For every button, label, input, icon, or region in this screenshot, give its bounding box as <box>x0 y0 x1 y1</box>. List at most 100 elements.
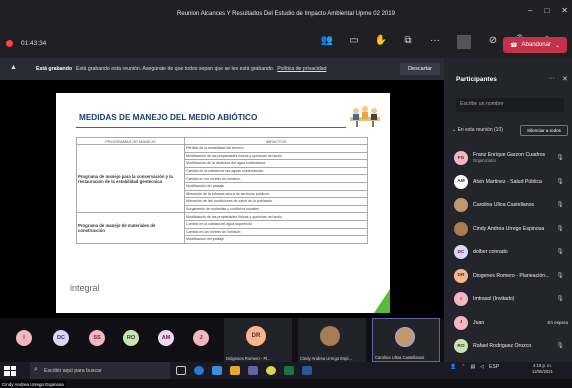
video-gallery: I DC SS RO AM J DR Diógenes Romero - Pl.… <box>0 318 444 362</box>
impact-cell: Surgimiento de molestias y conflictos so… <box>184 204 368 214</box>
tile-avatar <box>320 326 340 346</box>
dismiss-button[interactable]: Descartar <box>400 63 440 75</box>
rooms-icon[interactable]: ⧉ <box>401 35 415 49</box>
participant-row[interactable]: AM Alvin Martinez - Salud Pública 🎙 <box>454 172 572 192</box>
participant-row[interactable]: DR Diogenes Romero - Planeación... 🎙 <box>454 266 572 286</box>
participant-status: En espera <box>547 319 568 325</box>
taskbar-search[interactable]: ⌕ Escribir aquí para buscar <box>30 362 170 379</box>
excel-icon[interactable] <box>284 366 294 375</box>
banner-bold: Está grabando <box>36 66 73 72</box>
maximize-icon[interactable]: □ <box>544 6 549 15</box>
impact-cell: Cambio en los niveles de inmisión <box>184 227 368 237</box>
recording-icon <box>6 39 13 47</box>
mic-icon[interactable]: 🎙 <box>556 225 564 232</box>
camera-off-icon[interactable]: ⊘ <box>486 35 500 49</box>
mic-icon[interactable]: 🎙 <box>556 178 564 185</box>
leave-button[interactable]: ☎ Abandonar ⌄ <box>503 37 567 53</box>
video-tile[interactable]: Carolina Ulloa Castellanos <box>372 318 440 362</box>
participant-row[interactable]: J Juan En espera <box>454 313 572 333</box>
participant-row[interactable]: DC dolber conrado 🎙 <box>454 242 572 262</box>
mic-icon[interactable]: 🎙 <box>556 248 564 255</box>
mic-icon[interactable]: 🎙 <box>556 272 564 279</box>
people-icon[interactable]: 👤 <box>450 364 456 370</box>
tile-name: Carolina Ulloa Castellanos <box>375 355 425 360</box>
window-title: Reunion Alcances Y Resultados Del Estudi… <box>177 11 395 17</box>
clock-date: 12/05/2021 <box>532 369 553 374</box>
participant-role: Organizador <box>473 158 497 163</box>
participant-row[interactable]: Carolina Ulloa Castellanos 🎙 <box>454 195 572 215</box>
participants-icon[interactable]: 👥 <box>320 35 334 49</box>
search-icon: ⌕ <box>34 366 38 373</box>
more-actions-icon[interactable]: ··· <box>428 35 442 49</box>
close-panel-icon[interactable]: ✕ <box>562 75 568 83</box>
participant-avatar[interactable]: RO <box>123 330 139 346</box>
teams-icon[interactable] <box>248 366 258 375</box>
program-cell: Programa de manejo para la conservación … <box>76 143 185 214</box>
participant-row[interactable]: I Imtrasol (Invitado) 🎙 <box>454 289 572 309</box>
participant-avatar: RO <box>454 339 468 353</box>
integral-logo: integral <box>70 283 100 293</box>
impact-cell: Modificación de las propiedades físicas … <box>184 151 368 161</box>
minimize-icon[interactable]: – <box>528 6 532 15</box>
banner-text: Está grabando esta reunión. Asegúrate de… <box>76 66 275 72</box>
presentation-slide: MEDIDAS DE MANEJO DEL MEDIO ABIÓTICO PRO… <box>56 93 390 313</box>
mic-icon[interactable]: 🎙 <box>556 201 564 208</box>
more-options-icon[interactable]: ··· <box>548 75 555 82</box>
mic-icon[interactable]: 🎙 <box>556 342 564 349</box>
up-arrow-icon[interactable]: ⌃ <box>461 364 465 370</box>
start-icon[interactable] <box>4 365 16 376</box>
impact-cell: Cambio en los niveles de inmisión <box>184 174 368 183</box>
tile-avatar: DR <box>246 326 266 346</box>
participant-row[interactable]: FG Franz Enrique Garzon Cuadros Organizado… <box>454 148 572 168</box>
participant-avatar[interactable]: J <box>193 330 209 346</box>
participant-avatar: DC <box>454 245 468 259</box>
phone-icon: ☎ <box>510 42 518 49</box>
participant-avatar[interactable]: SS <box>89 330 105 346</box>
system-tray: 👤 ⌃ ▤ ◁ ESP <box>450 364 499 370</box>
title-underline <box>76 127 346 128</box>
meeting-toolbar: 01:43:34 👥 ▭ ✋ ⧉ ··· ⊘ 🎙 ⇪ ☎ Abandonar ⌄ <box>0 28 572 58</box>
participant-name: Cindy Andrea Urrego Espinosa <box>473 226 544 232</box>
participant-avatar: J <box>454 315 468 330</box>
participant-avatar[interactable]: DC <box>53 330 69 346</box>
people-illustration-icon <box>350 106 380 127</box>
participant-search-input[interactable]: Escribe un nombre <box>456 98 564 112</box>
participant-name: Carolina Ulloa Castellanos <box>473 202 534 208</box>
edge-icon[interactable] <box>194 366 204 375</box>
folder-icon[interactable] <box>230 366 240 375</box>
network-icon[interactable]: ▤ <box>470 364 475 370</box>
title-bar: Reunion Alcances Y Resultados Del Estudi… <box>0 0 572 28</box>
close-window-icon[interactable]: ✕ <box>561 6 568 15</box>
logo-text: integral <box>70 283 100 293</box>
mic-icon[interactable]: 🎙 <box>556 154 564 161</box>
mute-all-button[interactable]: Silenciar a todos <box>520 125 568 136</box>
impacts-table: PROGRAMAS DE MANEJO IMPACTOS Programa de… <box>76 137 368 244</box>
word-icon[interactable] <box>302 366 312 375</box>
task-view-icon[interactable] <box>176 366 186 375</box>
explorer-icon[interactable] <box>212 366 222 375</box>
participant-avatar[interactable]: I <box>16 330 32 346</box>
slide-title: MEDIDAS DE MANEJO DEL MEDIO ABIÓTICO <box>79 113 258 122</box>
impact-cell: Modificación del paisaje <box>184 181 368 191</box>
participant-name-text: Imtrasol (Invitado) <box>473 296 515 302</box>
clock[interactable]: 4:19 p. m. 12/05/2021 <box>532 363 553 375</box>
participant-row[interactable]: RO Rafael Rodriguez Orozco 🎙 <box>454 336 572 356</box>
participants-panel: Participantes ··· ✕ Escribe un nombre ⌄ … <box>444 58 572 362</box>
recording-banner: ▲ Está grabando Está grabando esta reuni… <box>0 58 444 80</box>
impact-cell: Modificación de las propiedades físicas … <box>184 212 368 221</box>
mic-icon[interactable]: 🎙 <box>556 295 564 302</box>
volume-icon[interactable]: ◁ <box>480 364 484 370</box>
participant-name-text: dolber conrado <box>473 249 508 255</box>
raise-hand-icon[interactable]: ✋ <box>374 35 388 49</box>
chrome-icon[interactable] <box>266 366 276 375</box>
chat-icon[interactable]: ▭ <box>347 35 361 49</box>
tile-name: Diógenes Romero - Pl... <box>226 356 271 361</box>
participant-avatar <box>454 198 468 212</box>
privacy-link[interactable]: Política de privacidad <box>277 66 326 72</box>
participant-row[interactable]: Cindy Andrea Urrego Espinosa 🎙 <box>454 219 572 239</box>
language-indicator[interactable]: ESP <box>489 364 499 370</box>
section-header[interactable]: ⌄ En esta reunión (10) <box>452 127 503 133</box>
video-tile[interactable]: DR Diógenes Romero - Pl... <box>224 318 292 362</box>
video-tile[interactable]: Cindy Andrea Urrego Espi... <box>298 318 366 362</box>
participant-avatar[interactable]: AM <box>158 330 174 346</box>
